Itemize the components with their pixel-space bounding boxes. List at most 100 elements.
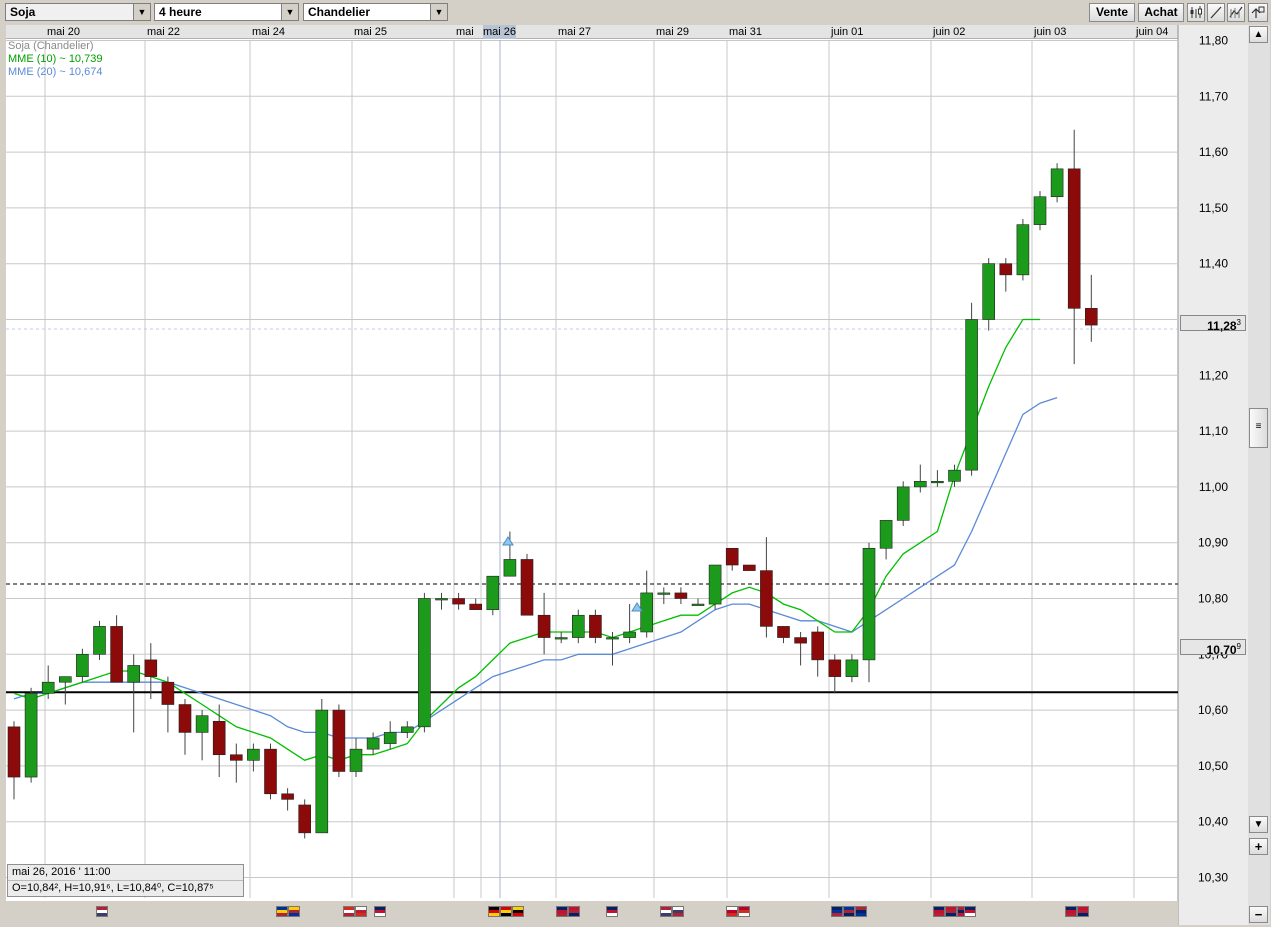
candle-body-down bbox=[7, 726, 21, 778]
us-flag-icon[interactable] bbox=[96, 906, 108, 917]
current-price-sup: 3 bbox=[1236, 318, 1241, 327]
candle-body-up bbox=[965, 319, 978, 471]
candle-body-up bbox=[315, 709, 329, 834]
candle-body-up bbox=[931, 481, 944, 484]
candle-body-up bbox=[486, 575, 500, 610]
candle-body-down bbox=[794, 637, 807, 644]
au-flag-icon[interactable] bbox=[831, 906, 843, 917]
vertical-scrollbar[interactable]: ▲ ≡ ▼ + − bbox=[1248, 25, 1270, 925]
y-tick-label: 11,00 bbox=[1199, 480, 1228, 494]
candle-body-down bbox=[777, 626, 790, 638]
candle-body-down bbox=[212, 720, 226, 756]
gb-flag-icon[interactable] bbox=[945, 906, 957, 917]
scroll-thumb[interactable]: ≡ bbox=[1249, 408, 1268, 448]
ch-flag-icon[interactable] bbox=[500, 906, 512, 917]
zoom-in-icon[interactable]: + bbox=[1249, 838, 1268, 855]
price-axis bbox=[1178, 25, 1248, 925]
y-tick-label: 10,60 bbox=[1198, 703, 1228, 717]
candle[interactable] bbox=[93, 620, 106, 660]
candle[interactable] bbox=[965, 302, 978, 476]
candle-body-up bbox=[554, 637, 568, 640]
de-flag-icon[interactable] bbox=[488, 906, 500, 917]
candle-body-up bbox=[657, 592, 671, 595]
candle[interactable] bbox=[298, 799, 312, 839]
candle[interactable] bbox=[708, 564, 722, 610]
current-price-value: 11,28 bbox=[1207, 319, 1237, 333]
us-flag-icon[interactable] bbox=[288, 906, 300, 917]
candle-body-up bbox=[76, 653, 89, 677]
candle-body-up bbox=[400, 726, 414, 733]
level-price-box: 10,709 bbox=[1180, 639, 1246, 657]
eu-flag-icon[interactable] bbox=[276, 906, 288, 917]
gb-flag-icon[interactable] bbox=[556, 906, 568, 917]
candle-body-up bbox=[366, 737, 380, 750]
candle[interactable] bbox=[1050, 163, 1064, 203]
candle[interactable] bbox=[742, 564, 756, 571]
candle-body-down bbox=[230, 754, 243, 761]
candle-body-down bbox=[537, 614, 551, 638]
gb-flag-icon[interactable] bbox=[606, 906, 618, 917]
candle-body-down bbox=[999, 263, 1013, 276]
candle[interactable] bbox=[418, 592, 431, 733]
ch-flag-icon[interactable] bbox=[343, 906, 355, 917]
candle-body-down bbox=[264, 748, 277, 795]
candle[interactable] bbox=[1016, 219, 1030, 281]
candle-body-up bbox=[896, 486, 910, 521]
candle[interactable] bbox=[982, 258, 996, 331]
level-price-value: 10,70 bbox=[1206, 643, 1237, 657]
ca-flag-icon[interactable] bbox=[738, 906, 750, 917]
ohlc-info-box: mai 26, 2016 ' 11:00 O=10,84², H=10,91⁶,… bbox=[7, 864, 244, 897]
us-flag-icon[interactable] bbox=[355, 906, 367, 917]
price-chart[interactable]: 11,8011,7011,6011,5011,4011,3011,2011,10… bbox=[0, 0, 1271, 927]
us-flag-icon[interactable] bbox=[660, 906, 672, 917]
au-flag-icon[interactable] bbox=[933, 906, 945, 917]
y-tick-label: 11,20 bbox=[1199, 368, 1228, 382]
eu-flag-icon[interactable] bbox=[843, 906, 855, 917]
zoom-out-icon[interactable]: − bbox=[1249, 906, 1268, 923]
candle-body-up bbox=[1016, 224, 1030, 276]
candle[interactable] bbox=[896, 481, 910, 526]
us-flag-icon[interactable] bbox=[1077, 906, 1089, 917]
chart-legend: Soja (Chandelier) MME (10) ~ 10,739 MME … bbox=[8, 40, 102, 79]
candle-body-down bbox=[742, 564, 756, 571]
candle[interactable] bbox=[1033, 191, 1047, 231]
y-tick-label: 10,50 bbox=[1198, 759, 1228, 773]
candle[interactable] bbox=[332, 704, 346, 778]
us-flag-icon[interactable] bbox=[568, 906, 580, 917]
scroll-up-icon[interactable]: ▲ bbox=[1249, 26, 1268, 43]
candle[interactable] bbox=[315, 698, 329, 834]
candle-body-down bbox=[281, 793, 294, 800]
candle-body-down bbox=[298, 804, 312, 834]
y-tick-label: 10,80 bbox=[1198, 592, 1228, 606]
ca-flag-icon[interactable] bbox=[512, 906, 524, 917]
us-flag-icon[interactable] bbox=[855, 906, 867, 917]
candle-body-down bbox=[811, 631, 825, 661]
y-tick-label: 11,50 bbox=[1199, 201, 1228, 215]
candle-body-up bbox=[24, 693, 38, 778]
candle[interactable] bbox=[24, 687, 38, 783]
candle-body-down bbox=[520, 559, 534, 616]
candle-body-down bbox=[110, 626, 123, 683]
us-flag-icon[interactable] bbox=[672, 906, 684, 917]
legend-ema20: MME (20) ~ 10,674 bbox=[8, 66, 103, 78]
candle[interactable] bbox=[520, 553, 534, 616]
candle-body-down bbox=[725, 547, 739, 566]
candle-body-up bbox=[383, 732, 397, 744]
level-price-sup: 9 bbox=[1236, 642, 1241, 651]
au-flag-icon[interactable] bbox=[374, 906, 386, 917]
y-tick-label: 11,70 bbox=[1199, 89, 1228, 103]
y-tick-label: 11,10 bbox=[1199, 424, 1228, 438]
candle[interactable] bbox=[486, 575, 500, 616]
candle-body-down bbox=[161, 681, 175, 705]
candle-body-down bbox=[332, 709, 346, 772]
candle-body-down bbox=[144, 659, 158, 677]
jp-flag-icon[interactable] bbox=[726, 906, 738, 917]
gb-flag-icon[interactable] bbox=[1065, 906, 1077, 917]
candle-body-down bbox=[469, 603, 483, 610]
au-flag-icon[interactable] bbox=[964, 906, 976, 917]
candle-body-up bbox=[845, 659, 859, 677]
candle[interactable] bbox=[264, 743, 277, 800]
y-tick-label: 10,90 bbox=[1198, 536, 1228, 550]
candle-body-up bbox=[418, 598, 431, 728]
scroll-down-icon[interactable]: ▼ bbox=[1249, 816, 1268, 833]
